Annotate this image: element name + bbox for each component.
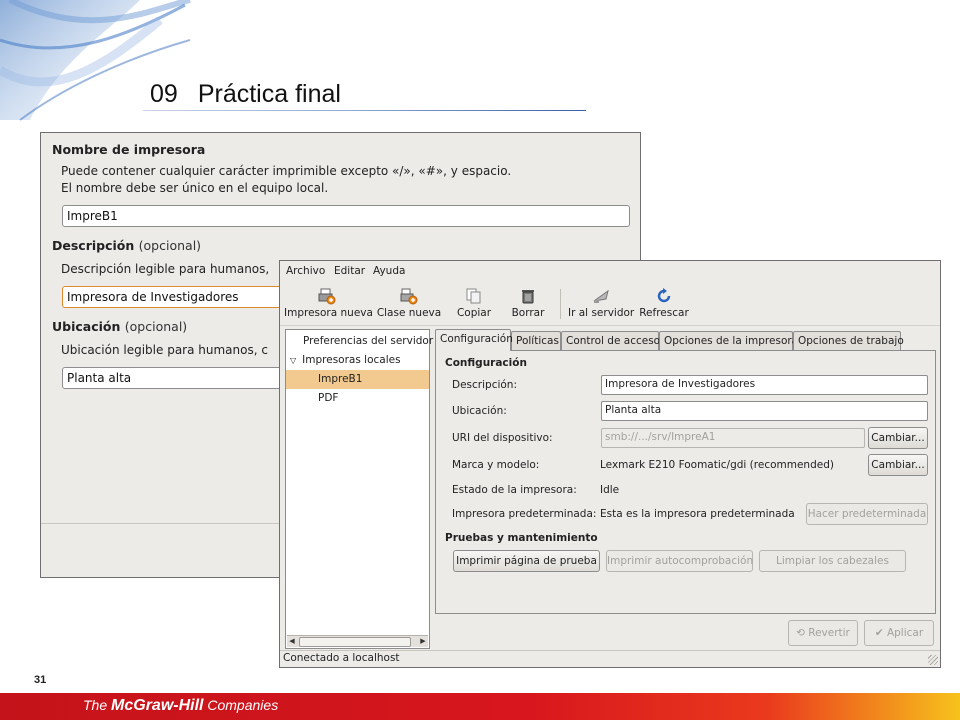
status-text: Conectado a localhost xyxy=(283,652,400,664)
printer-config-window: Archivo Editar Ayuda Impresora nueva Cla… xyxy=(279,260,941,668)
description-label: Descripción: xyxy=(452,379,517,391)
brand-prefix: The xyxy=(83,697,112,713)
scroll-left-arrow-icon[interactable]: ◀ xyxy=(287,636,297,647)
printer-state-label: Estado de la impresora: xyxy=(452,484,577,496)
tree-item-label: ImpreB1 xyxy=(318,373,363,385)
menu-ayuda[interactable]: Ayuda xyxy=(373,265,405,277)
tab-politicas[interactable]: Políticas xyxy=(511,331,561,350)
brand-suffix: Companies xyxy=(203,697,279,713)
print-test-page-button[interactable]: Imprimir página de prueba xyxy=(453,550,600,572)
apply-button[interactable]: ✔ Aplicar xyxy=(864,620,934,646)
title-rule xyxy=(143,110,586,111)
printer-tree: Preferencias del servidor ▽ Impresoras lo… xyxy=(285,329,433,649)
scroll-right-arrow-icon[interactable]: ▶ xyxy=(418,636,428,647)
toolbar-separator xyxy=(560,289,561,319)
description-heading-label: Descripción xyxy=(52,238,135,253)
location-heading-label: Ubicación xyxy=(52,319,121,334)
description-optional: (opcional) xyxy=(138,238,202,253)
status-bar: Conectado a localhost xyxy=(280,650,940,667)
printer-name-help-1: Puede contener cualquier carácter imprim… xyxy=(61,164,512,178)
new-class-button[interactable]: Clase nueva xyxy=(376,283,442,323)
description-help: Descripción legible para humanos, xyxy=(61,262,270,276)
tree-item-label: Impresoras locales xyxy=(302,354,401,366)
footer-banner: The McGraw-Hill Companies xyxy=(0,693,960,720)
tree-item-label: Preferencias del servidor xyxy=(303,335,434,347)
printer-name-input[interactable]: ImpreB1 xyxy=(62,205,630,227)
copy-label: Copiar xyxy=(456,307,492,319)
tab-control-acceso[interactable]: Control de acceso xyxy=(561,331,660,350)
new-class-label: Clase nueva xyxy=(376,307,442,319)
location-optional: (opcional) xyxy=(124,319,188,334)
class-new-icon xyxy=(400,288,418,305)
device-uri-label: URI del dispositivo: xyxy=(452,432,553,444)
toolbar: Impresora nueva Clase nueva Copiar Borra… xyxy=(280,281,940,326)
slide-title: 09 Práctica final xyxy=(150,80,341,109)
revert-icon: ⟲ xyxy=(796,627,809,639)
refresh-label: Refrescar xyxy=(639,307,689,319)
goto-server-icon xyxy=(593,289,609,303)
printer-name-help-2: El nombre debe ser único en el equipo lo… xyxy=(61,181,329,195)
tree-item-server-preferences[interactable]: Preferencias del servidor xyxy=(286,332,433,351)
scrollbar-thumb[interactable] xyxy=(299,637,411,647)
tree-item-impreb1[interactable]: ImpreB1 xyxy=(286,370,429,389)
printer-new-icon xyxy=(318,288,336,305)
chapter-title: Práctica final xyxy=(197,80,341,108)
new-printer-button[interactable]: Impresora nueva xyxy=(284,283,373,323)
make-default-button[interactable]: Hacer predeterminada xyxy=(806,503,928,525)
location-help: Ubicación legible para humanos, c xyxy=(61,343,268,357)
copy-icon xyxy=(466,288,481,304)
change-uri-button[interactable]: Cambiar... xyxy=(868,427,928,449)
location-field[interactable]: Planta alta xyxy=(601,401,928,421)
goto-server-button[interactable]: Ir al servidor xyxy=(568,283,634,323)
delete-icon xyxy=(522,290,534,304)
resize-grip-icon[interactable] xyxy=(928,655,938,665)
refresh-button[interactable]: Refrescar xyxy=(638,283,690,323)
apply-check-icon: ✔ xyxy=(874,627,887,639)
expander-triangle-icon[interactable]: ▽ xyxy=(290,356,296,365)
printer-name-heading: Nombre de impresora xyxy=(52,142,206,157)
tree-horizontal-scrollbar[interactable]: ◀ ▶ xyxy=(287,635,428,647)
default-printer-label: Impresora predeterminada: xyxy=(452,508,597,520)
self-test-button[interactable]: Imprimir autocomprobación xyxy=(606,550,753,572)
brand-name: McGraw-Hill xyxy=(111,697,204,714)
printer-state-value: Idle xyxy=(600,484,620,496)
goto-server-label: Ir al servidor xyxy=(568,307,635,319)
copy-button[interactable]: Copiar xyxy=(450,283,498,323)
tab-configuracion[interactable]: Configuración xyxy=(435,329,513,351)
description-heading: Descripción (opcional) xyxy=(52,238,201,253)
description-field[interactable]: Impresora de Investigadores xyxy=(601,375,928,395)
make-model-value: Lexmark E210 Foomatic/gdi (recommended) xyxy=(600,459,834,471)
configuration-heading: Configuración xyxy=(445,357,527,369)
apply-label: Aplicar xyxy=(886,627,924,639)
location-heading: Ubicación (opcional) xyxy=(52,319,187,334)
device-uri-field: smb://.../srv/ImpreA1 xyxy=(601,428,865,448)
clean-heads-button[interactable]: Limpiar los cabezales xyxy=(759,550,906,572)
publisher-logo: The McGraw-Hill Companies xyxy=(83,697,278,715)
revert-label: Revertir xyxy=(808,627,850,639)
maintenance-heading: Pruebas y mantenimiento xyxy=(445,532,598,544)
tree-item-pdf[interactable]: PDF xyxy=(286,389,429,408)
tree-item-label: PDF xyxy=(318,392,339,404)
delete-label: Borrar xyxy=(511,307,545,319)
location-label: Ubicación: xyxy=(452,405,507,417)
refresh-icon xyxy=(657,288,671,303)
page-number: 31 xyxy=(34,674,47,686)
menu-editar[interactable]: Editar xyxy=(334,265,365,277)
chapter-number: 09 xyxy=(150,80,178,108)
menubar: Archivo Editar Ayuda xyxy=(280,261,940,281)
new-printer-label: Impresora nueva xyxy=(284,307,373,319)
revert-button[interactable]: ⟲ Revertir xyxy=(788,620,858,646)
tab-opciones-trabajo[interactable]: Opciones de trabajo xyxy=(793,331,904,350)
delete-button[interactable]: Borrar xyxy=(506,283,550,323)
tab-opciones-impresora[interactable]: Opciones de la impresora xyxy=(659,331,798,350)
default-printer-value: Esta es la impresora predeterminada xyxy=(600,508,795,520)
tree-item-local-printers[interactable]: ▽ Impresoras locales xyxy=(286,351,429,370)
make-model-label: Marca y modelo: xyxy=(452,459,540,471)
change-model-button[interactable]: Cambiar... xyxy=(868,454,928,476)
menu-archivo[interactable]: Archivo xyxy=(286,265,325,277)
configuration-panel: Configuración Descripción: Impresora de … xyxy=(435,350,936,614)
